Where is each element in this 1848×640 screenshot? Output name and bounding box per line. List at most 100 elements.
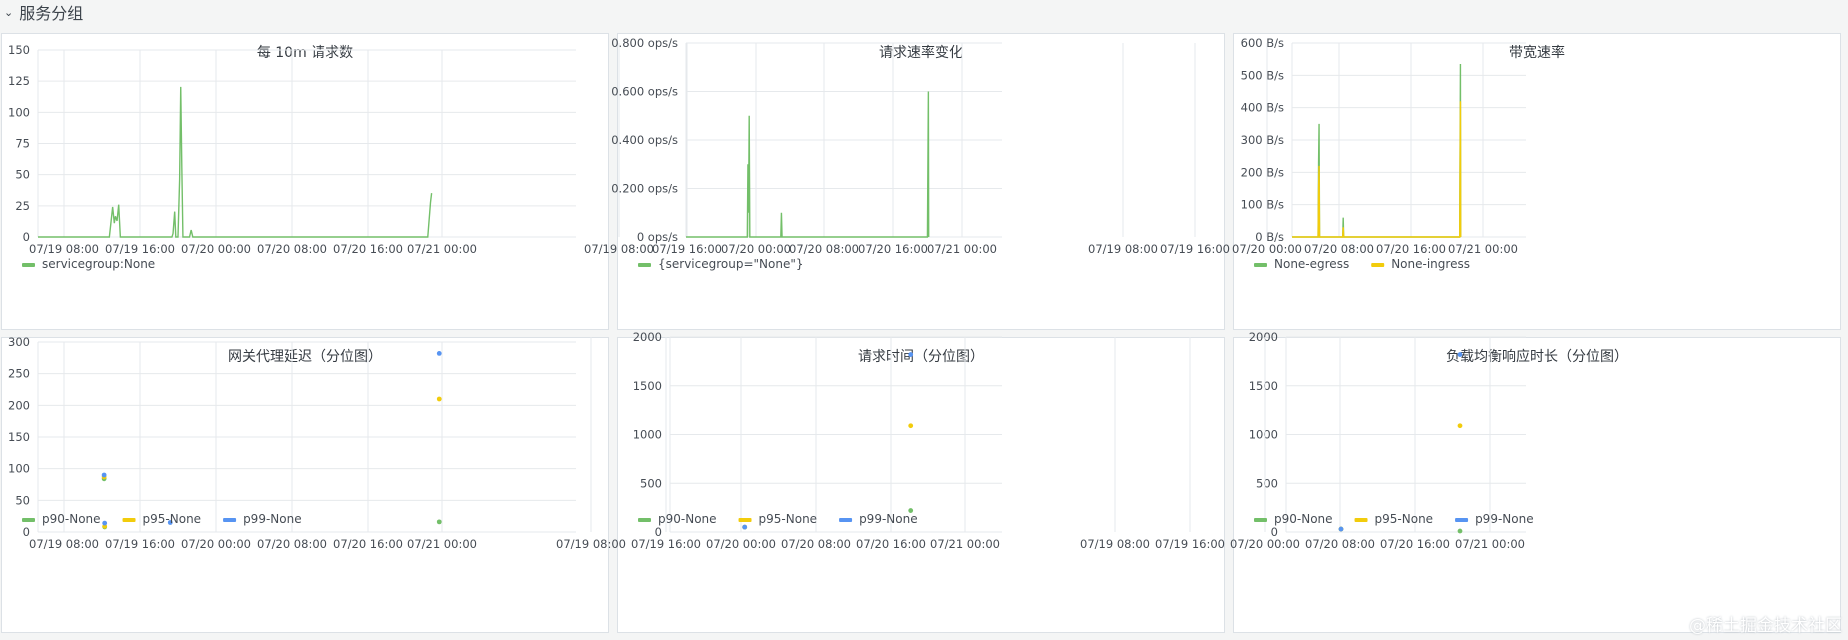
x-tick-label: 07/19 08:00: [584, 242, 654, 256]
x-tick-label: 07/19 08:00: [556, 537, 626, 551]
y-tick-label: 0.400 ops/s: [611, 133, 678, 147]
x-tick-label: 07/20 00:00: [181, 537, 251, 551]
y-tick-label: 1000: [1249, 428, 1278, 442]
series-area: [1292, 64, 1461, 237]
data-point: [1457, 352, 1463, 357]
x-tick-label: 07/21 00:00: [407, 242, 477, 256]
x-tick-label: 07/20 00:00: [706, 537, 776, 551]
y-tick-label: 1500: [633, 379, 662, 393]
y-tick-label: 1000: [633, 428, 662, 442]
y-tick-label: 300 B/s: [1241, 133, 1284, 147]
legend-label: p99-None: [243, 512, 302, 526]
x-tick-label: 07/19 08:00: [1088, 242, 1158, 256]
data-point: [1457, 528, 1463, 534]
y-tick-label: 2000: [633, 330, 662, 344]
legend-label: p99-None: [859, 512, 918, 526]
x-tick-label: 07/20 16:00: [333, 537, 403, 551]
x-tick-label: 07/20 00:00: [1230, 537, 1300, 551]
chart-svg: 0 B/s100 B/s200 B/s300 B/s400 B/s500 B/s…: [1088, 36, 1526, 271]
panel-bandwidth[interactable]: 带宽速率 0 B/s 100 B/s 200 B/s 300 B/s 400 B/s 50…: [1088, 33, 1841, 330]
y-tick-label: 2000: [1249, 330, 1278, 344]
x-tick-label: 07/20 08:00: [257, 242, 327, 256]
legend-swatch: [22, 518, 35, 522]
legend-swatch: [1254, 263, 1267, 267]
x-tick-label: 07/19 16:00: [631, 537, 701, 551]
data-point: [742, 524, 748, 530]
data-point: [436, 396, 442, 402]
series-line: [1292, 64, 1462, 238]
y-tick-label: 300: [8, 335, 30, 349]
data-point: [436, 351, 442, 356]
panel-request-time[interactable]: 请求时间（分位图） 0 500 1000 1500 2000 07/19 08:00 07/…: [556, 330, 1225, 633]
legend-swatch: [122, 518, 136, 522]
legend-label: p90-None: [1274, 512, 1333, 526]
x-tick-label: 07/19 16:00: [1155, 537, 1225, 551]
chart-svg: 025507510012515007/19 08:00 07/19 16:00 07…: [8, 43, 576, 271]
x-tick-label: 07/20 16:00: [858, 242, 928, 256]
y-tick-label: 500: [640, 476, 662, 490]
x-tick-label: 07/20 00:00: [1232, 242, 1302, 256]
x-tick-label: 07/20 16:00: [1376, 242, 1446, 256]
data-point: [101, 472, 107, 478]
data-point: [102, 520, 108, 526]
legend-swatch: [638, 518, 651, 522]
legend-swatch: [638, 263, 651, 267]
legend-label: p95-None: [759, 512, 818, 526]
x-tick-label: 07/20 08:00: [781, 537, 851, 551]
panel-gateway-latency[interactable]: 网关代理延迟（分位图） 0 50 100 150 200 250 300 07/19 08:0…: [1, 335, 609, 633]
y-tick-label: 75: [15, 137, 30, 151]
chart-svg: 0 ops/s0.200 ops/s0.400 ops/s0.600 ops/s…: [584, 36, 1002, 271]
y-tick-label: 150: [8, 430, 30, 444]
y-tick-label: 400 B/s: [1241, 101, 1284, 115]
legend-swatch: [738, 518, 752, 522]
x-tick-label: 07/20 00:00: [721, 242, 791, 256]
series-line: [1292, 101, 1462, 238]
data-point: [908, 352, 914, 357]
x-tick-label: 07/19 16:00: [1160, 242, 1230, 256]
series-line: [686, 91, 930, 238]
x-tick-label: 07/19 08:00: [29, 537, 99, 551]
legend-swatch: [1354, 518, 1368, 522]
y-tick-label: 1500: [1249, 379, 1278, 393]
x-tick-label: 07/20 08:00: [1305, 537, 1375, 551]
y-tick-label: 100: [8, 105, 30, 119]
panel-requests-per-10m[interactable]: 每 10m 请求数 0 25 50 75 100 125 150 07/19 08:00 07/…: [1, 33, 609, 330]
row-collapse-toggle[interactable]: ⌄ 服务分组: [4, 0, 83, 24]
x-tick-label: 07/19 16:00: [652, 242, 722, 256]
x-tick-label: 07/21 00:00: [927, 242, 997, 256]
legend-label: None-egress: [1274, 257, 1349, 271]
legend-label: p95-None: [1375, 512, 1434, 526]
y-tick-label: 0.800 ops/s: [611, 36, 678, 50]
row-title: 服务分组: [19, 4, 84, 23]
y-tick-label: 0.600 ops/s: [611, 85, 678, 99]
chevron-down-icon: ⌄: [4, 5, 14, 19]
legend-label: p95-None: [143, 512, 202, 526]
chart-svg: 050010001500200007/19 08:00 07/19 16:00 07…: [1080, 330, 1534, 551]
series-area: [1292, 101, 1461, 237]
x-tick-label: 07/21 00:00: [930, 537, 1000, 551]
x-tick-label: 07/20 08:00: [789, 242, 859, 256]
y-tick-label: 25: [15, 199, 30, 213]
y-tick-label: 0.200 ops/s: [611, 182, 678, 196]
panel-request-rate[interactable]: 请求速率变化 0 ops/s 0.200 ops/s 0.400 ops/s 0.60…: [584, 33, 1225, 330]
legend-label: p90-None: [42, 512, 101, 526]
chart-svg: 05010015020025030007/19 08:00 07/19 16:00…: [8, 335, 576, 551]
chart-svg: 050010001500200007/19 08:00 07/19 16:00 07…: [556, 330, 1002, 551]
x-tick-label: 07/19 16:00: [105, 537, 175, 551]
data-point: [436, 519, 442, 525]
x-tick-label: 07/20 08:00: [1304, 242, 1374, 256]
data-point: [1338, 526, 1344, 532]
panel-lb-response-time[interactable]: 负载均衡响应时长（分位图） 0 500 1000 1500 2000 07/19 08:0…: [1080, 330, 1841, 633]
x-tick-label: 07/19 08:00: [1080, 537, 1150, 551]
y-tick-label: 200 B/s: [1241, 165, 1284, 179]
y-tick-label: 150: [8, 43, 30, 57]
y-tick-label: 100: [8, 462, 30, 476]
x-tick-label: 07/20 00:00: [181, 242, 251, 256]
x-tick-label: 07/21 00:00: [1455, 537, 1525, 551]
series-line: [38, 86, 433, 238]
legend-swatch: [1455, 518, 1469, 522]
data-point: [908, 423, 914, 429]
x-tick-label: 07/20 08:00: [257, 537, 327, 551]
y-tick-label: 600 B/s: [1241, 36, 1284, 50]
series-area: [686, 91, 929, 237]
